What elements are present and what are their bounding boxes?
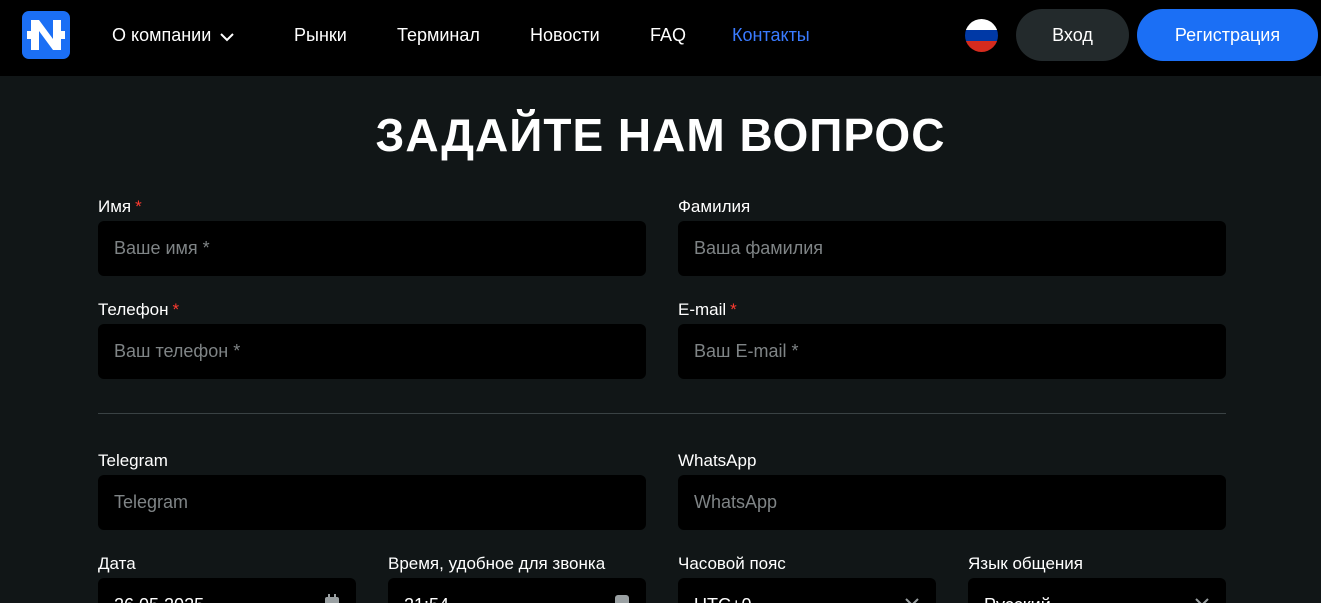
last-name-input[interactable]: Ваша фамилия (678, 221, 1226, 276)
nav-about[interactable]: О компании (112, 24, 235, 47)
language-value: Русский (984, 595, 1051, 603)
phone-label-text: Телефон (98, 300, 169, 319)
email-label-text: E-mail (678, 300, 727, 319)
nav-about-label: О компании (112, 25, 212, 45)
time-value: 21:54 (404, 595, 449, 603)
time-label: Время, удобное для звонка (388, 554, 606, 573)
timezone-select[interactable]: UTC+0 (678, 578, 936, 603)
phone-label: Телефон * (98, 300, 179, 320)
nav-news[interactable]: Новости (530, 24, 600, 46)
chevron-down-icon (1192, 593, 1212, 603)
nav-contacts[interactable]: Контакты (732, 24, 810, 46)
nav-markets[interactable]: Рынки (294, 24, 347, 46)
email-label: E-mail * (678, 300, 737, 320)
nav-faq[interactable]: FAQ (650, 24, 686, 46)
required-mark: * (172, 300, 180, 319)
timezone-label: Часовой пояс (678, 554, 786, 573)
telegram-input[interactable]: Telegram (98, 475, 646, 530)
phone-input[interactable]: Ваш телефон * (98, 324, 646, 379)
whatsapp-input[interactable]: WhatsApp (678, 475, 1226, 530)
time-input[interactable]: 21:54 (388, 578, 646, 603)
chevron-down-icon (902, 593, 922, 603)
form-divider (98, 413, 1226, 414)
site-header: О компании Рынки Терминал Новости FAQ Ко… (0, 0, 1321, 76)
chevron-down-icon (219, 25, 235, 47)
first-name-label: Имя * (98, 197, 142, 217)
clock-icon[interactable] (612, 593, 632, 603)
russia-flag-icon[interactable] (965, 19, 998, 52)
timezone-value: UTC+0 (694, 595, 752, 603)
whatsapp-label: WhatsApp (678, 451, 757, 470)
register-button[interactable]: Регистрация (1137, 9, 1318, 61)
last-name-label: Фамилия (678, 197, 751, 216)
date-label: Дата (98, 554, 136, 573)
required-mark: * (135, 197, 142, 216)
first-name-label-text: Имя (98, 197, 132, 216)
logo-n-icon (27, 20, 65, 50)
nav-terminal[interactable]: Терминал (397, 24, 480, 46)
first-name-input[interactable]: Ваше имя * (98, 221, 646, 276)
language-label: Язык общения (968, 554, 1083, 573)
calendar-icon[interactable] (322, 593, 342, 603)
date-value: 26.05.2025 (114, 595, 204, 603)
required-mark: * (730, 300, 737, 319)
email-input[interactable]: Ваш E-mail * (678, 324, 1226, 379)
page-title: ЗАДАЙТЕ НАМ ВОПРОС (375, 109, 946, 161)
date-input[interactable]: 26.05.2025 (98, 578, 356, 603)
language-select[interactable]: Русский (968, 578, 1226, 603)
telegram-label: Telegram (98, 451, 168, 470)
login-button[interactable]: Вход (1016, 9, 1129, 61)
logo[interactable] (22, 11, 70, 59)
